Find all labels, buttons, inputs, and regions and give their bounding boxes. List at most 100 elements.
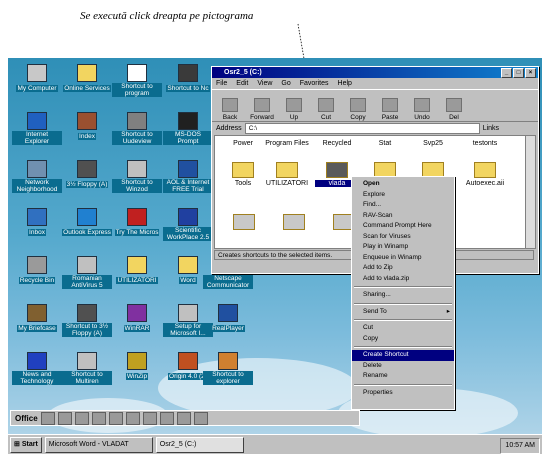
menu-view[interactable]: View — [257, 78, 272, 89]
forward-icon — [254, 98, 270, 112]
office-app-icon[interactable] — [74, 411, 89, 425]
desktop-icon-label: Try The Micros — [114, 229, 160, 236]
desktop-icon[interactable]: Shortcut to program — [112, 64, 162, 97]
screenshot: My Computer Internet Explorer Network Neig… — [8, 58, 542, 454]
desktop-icon[interactable]: News and Technology — [12, 352, 62, 385]
context-menu-label: Properties — [363, 388, 393, 396]
taskbar-task-word[interactable]: Microsoft Word - VLADAT — [44, 436, 153, 453]
menu-file[interactable]: File — [216, 78, 227, 89]
desktop-icon[interactable]: Recycle Bin — [12, 256, 62, 284]
file-item[interactable]: Svp25 — [411, 140, 455, 147]
desktop-icon-image — [77, 112, 97, 130]
context-menu-item-enqueue-in-winamp[interactable]: Enqueue in Winamp — [352, 253, 454, 264]
start-button[interactable]: ⊞ Start — [10, 436, 42, 453]
desktop-icon[interactable]: WinZip — [112, 352, 162, 380]
toolbar-forward-button[interactable]: Forward — [248, 98, 276, 121]
office-app-icon[interactable] — [159, 411, 174, 425]
desktop-icon[interactable]: RealPlayer — [203, 304, 253, 332]
desktop-icon[interactable]: Inbox — [12, 208, 62, 236]
desktop-icon[interactable]: Shortcut to Multiren — [62, 352, 112, 385]
context-menu-item-explore[interactable]: Explore — [352, 190, 454, 201]
office-app-icon[interactable] — [125, 411, 140, 425]
context-menu-item-delete[interactable]: Delete — [352, 361, 454, 372]
desktop-icon[interactable]: Romanian AntiVirus 5 — [62, 256, 112, 289]
context-menu-item-play-in-winamp[interactable]: Play in Winamp — [352, 242, 454, 253]
file-item[interactable]: Power — [221, 140, 265, 147]
desktop-icon[interactable]: Shortcut to Winzod — [112, 160, 162, 193]
file-icon[interactable] — [283, 214, 305, 230]
desktop-icon[interactable]: UTILIZATORI — [112, 256, 162, 284]
context-menu-item-rename[interactable]: Rename — [352, 371, 454, 382]
file-item[interactable]: Recycled — [315, 140, 359, 147]
desktop-icon[interactable]: Shortcut to Nc — [163, 64, 213, 92]
context-menu-item-add-to-zip[interactable]: Add to Zip — [352, 263, 454, 274]
desktop-icon[interactable]: Index — [62, 112, 112, 140]
context-menu-item-sharing[interactable]: Sharing... — [352, 290, 454, 301]
menu-favorites[interactable]: Favorites — [300, 78, 329, 89]
desktop-icon[interactable]: Shortcut to Uudeview — [112, 112, 162, 145]
folder-item[interactable]: UTILIZATORI — [265, 162, 309, 187]
desktop-icon[interactable]: WinRAR — [112, 304, 162, 332]
desktop-icon[interactable]: My Computer — [12, 64, 62, 92]
desktop-icon[interactable]: Online Services — [62, 64, 112, 92]
office-app-icon[interactable] — [193, 411, 208, 425]
context-menu-item-properties[interactable]: Properties — [352, 388, 454, 399]
toolbar-back-button[interactable]: Back — [216, 98, 244, 121]
desktop-icon-image — [218, 304, 238, 322]
context-menu-item-copy[interactable]: Copy — [352, 334, 454, 345]
office-app-icon[interactable] — [142, 411, 157, 425]
office-app-icon[interactable] — [108, 411, 123, 425]
toolbar-paste-button[interactable]: Paste — [376, 98, 404, 121]
desktop-icon[interactable]: Network Neighborhood — [12, 160, 62, 193]
desktop-icon[interactable]: Scientific WorkPlace 2.5 — [163, 208, 213, 241]
desktop-icon[interactable]: 3½ Floppy (A) — [62, 160, 112, 188]
maximize-button[interactable]: □ — [513, 68, 524, 78]
address-input[interactable]: C:\ — [244, 123, 480, 134]
desktop-icon[interactable]: Try The Micros — [112, 208, 162, 236]
context-menu-item-command-prompt-here[interactable]: Command Prompt Here — [352, 221, 454, 232]
context-menu-item-add-to-vlada-zip[interactable]: Add to vlada.zip — [352, 274, 454, 285]
toolbar-undo-button[interactable]: Undo — [408, 98, 436, 121]
folder-item[interactable]: Tools — [221, 162, 265, 187]
context-menu-item-open[interactable]: Open — [352, 179, 454, 190]
window-titlebar[interactable]: Osr2_5 (C:) _ □ × — [212, 67, 538, 78]
folder-item[interactable]: Autoexec.aii — [463, 162, 507, 187]
desktop-icon-image — [127, 160, 147, 178]
toolbar-copy-button[interactable]: Copy — [344, 98, 372, 121]
menu-go[interactable]: Go — [281, 78, 290, 89]
desktop-icon[interactable]: Shortcut to explorer — [203, 352, 253, 385]
context-menu-item-find[interactable]: Find... — [352, 200, 454, 211]
file-item[interactable]: testonts — [463, 140, 507, 147]
toolbar-label: Copy — [350, 114, 366, 121]
context-menu-item-cut[interactable]: Cut — [352, 323, 454, 334]
context-menu-item-rav-scan[interactable]: RAV-Scan — [352, 211, 454, 222]
context-menu-item-scan-for-viruses[interactable]: Scan for Viruses — [352, 232, 454, 243]
toolbar-cut-button[interactable]: Cut — [312, 98, 340, 121]
close-button[interactable]: × — [525, 68, 536, 78]
file-item[interactable]: Stat — [363, 140, 407, 147]
desktop-icon[interactable]: MS-DOS Prompt — [163, 112, 213, 145]
office-app-icon[interactable] — [57, 411, 72, 425]
taskbar-task-explorer[interactable]: Osr2_5 (C:) — [155, 436, 244, 453]
desktop-icon[interactable]: Internet Explorer — [12, 112, 62, 145]
toolbar-label: Paste — [381, 114, 399, 121]
desktop-icon[interactable]: Shortcut to 3½ Floppy (A) — [62, 304, 112, 337]
office-app-icon[interactable] — [91, 411, 106, 425]
vertical-scrollbar[interactable] — [525, 135, 536, 249]
menu-edit[interactable]: Edit — [236, 78, 248, 89]
toolbar-up-button[interactable]: Up — [280, 98, 308, 121]
office-app-icon[interactable] — [40, 411, 55, 425]
office-app-icon[interactable] — [176, 411, 191, 425]
links-button[interactable]: Links — [483, 125, 499, 132]
menu-help[interactable]: Help — [338, 78, 352, 89]
file-item[interactable]: Program Files — [265, 140, 309, 147]
context-menu-item-send-to[interactable]: Send To ▸ — [352, 307, 454, 318]
desktop-icon[interactable]: AOL & Internet FREE Trial — [163, 160, 213, 193]
file-icon[interactable] — [233, 214, 255, 230]
minimize-button[interactable]: _ — [501, 68, 512, 78]
context-menu-item-create-shortcut[interactable]: Create Shortcut — [352, 350, 454, 361]
desktop-icon-image — [178, 208, 198, 226]
desktop-icon[interactable]: My Briefcase — [12, 304, 62, 332]
desktop-icon[interactable]: Outlook Express — [62, 208, 112, 236]
toolbar-del-button[interactable]: Del — [440, 98, 468, 121]
